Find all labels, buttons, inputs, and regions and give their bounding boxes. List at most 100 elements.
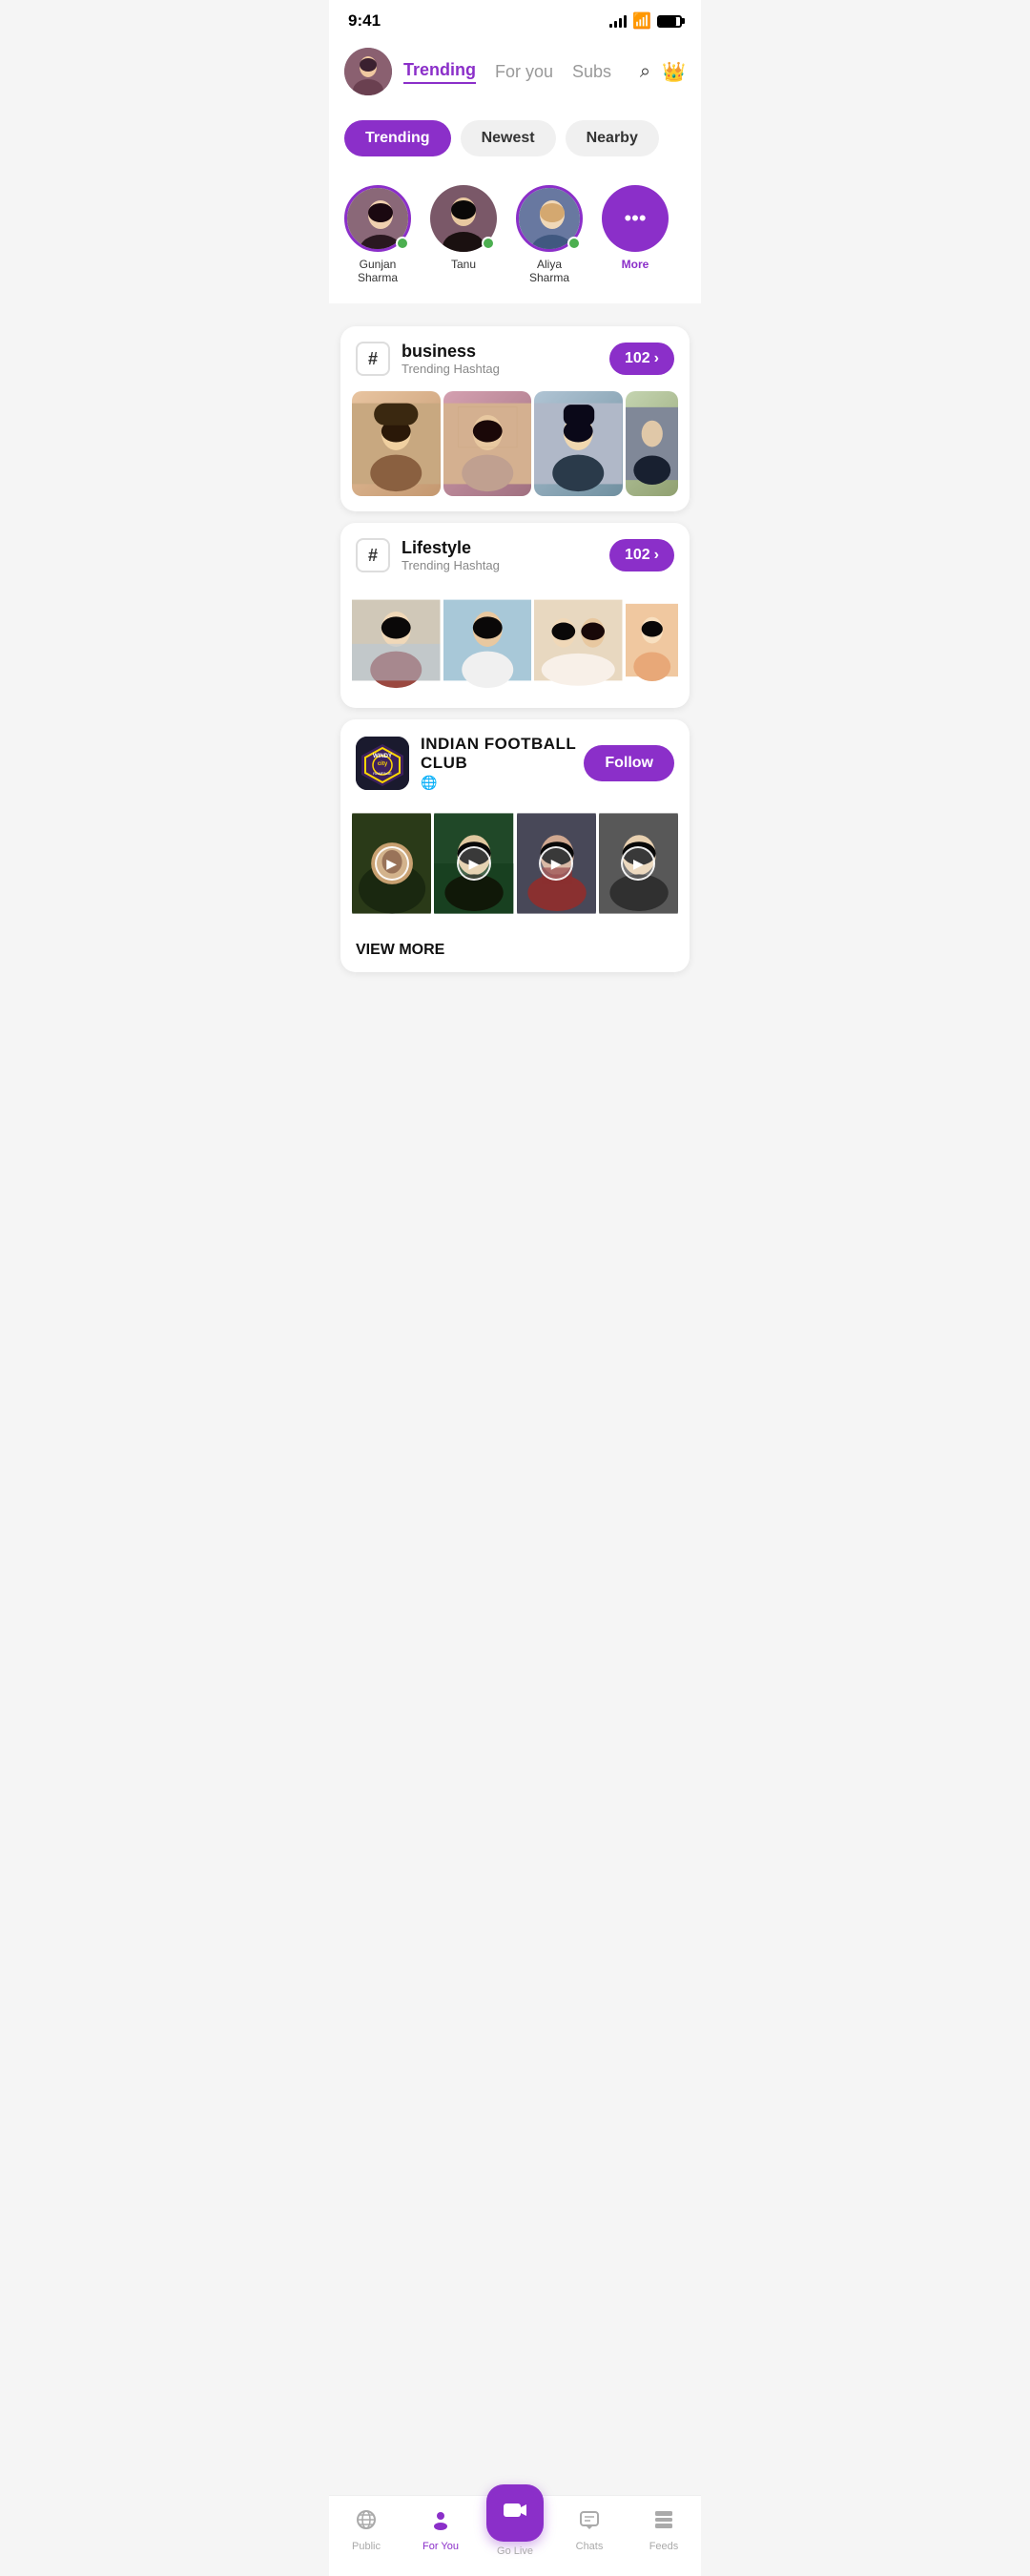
photo-thumb[interactable] — [534, 588, 623, 693]
tab-foryou[interactable]: For you — [495, 62, 553, 82]
go-live-button[interactable] — [486, 2484, 544, 2542]
nav-chats-label: Chats — [576, 2541, 604, 2552]
video-thumb[interactable]: ▶ — [434, 806, 513, 921]
nav-foryou[interactable]: For You — [412, 2508, 469, 2552]
signal-icon — [609, 14, 627, 28]
hash-icon: # — [356, 538, 390, 572]
video-grid: ▶ ▶ ▶ — [340, 799, 690, 928]
chevron-right-icon: › — [654, 547, 659, 564]
online-indicator — [482, 237, 495, 250]
tab-trending[interactable]: Trending — [403, 60, 476, 84]
view-more[interactable]: VIEW MORE — [340, 928, 690, 972]
online-indicator — [567, 237, 581, 250]
club-name: INDIAN FOOTBALL CLUB — [421, 735, 584, 773]
story-avatar — [516, 185, 583, 252]
hashtag-title: business — [402, 342, 609, 362]
photo-thumb[interactable] — [443, 588, 532, 693]
count-badge[interactable]: 102 › — [609, 539, 674, 571]
chevron-right-icon: › — [654, 350, 659, 367]
crown-icon[interactable]: 👑 — [662, 60, 686, 84]
feeds-icon — [652, 2508, 675, 2537]
photo-grid — [340, 580, 690, 708]
more-label: More — [622, 258, 649, 271]
story-more[interactable]: ••• More — [602, 185, 669, 271]
stories-section: Gunjan Sharma Tanu — [329, 170, 701, 303]
play-button[interactable]: ▶ — [457, 846, 491, 881]
search-icon[interactable]: ⌕ — [640, 61, 650, 83]
online-indicator — [396, 237, 409, 250]
hashtag-header: # business Trending Hashtag 102 › — [340, 326, 690, 384]
more-button[interactable]: ••• — [602, 185, 669, 252]
video-thumb[interactable]: ▶ — [517, 806, 596, 921]
nav-public-label: Public — [352, 2541, 381, 2552]
nav-golive-label: Go Live — [497, 2545, 533, 2557]
filter-nearby[interactable]: Nearby — [566, 120, 659, 156]
story-item[interactable]: Gunjan Sharma — [344, 185, 411, 284]
video-thumb[interactable]: ▶ — [599, 806, 678, 921]
hashtag-subtitle: Trending Hashtag — [402, 558, 609, 572]
wifi-icon: 📶 — [632, 11, 651, 31]
play-button[interactable]: ▶ — [539, 846, 573, 881]
photo-thumb[interactable] — [352, 391, 441, 496]
filter-trending[interactable]: Trending — [344, 120, 451, 156]
svg-text:city: city — [378, 761, 388, 767]
video-thumb[interactable]: ▶ — [352, 806, 431, 921]
photo-thumb[interactable] — [626, 391, 679, 496]
status-icons: 📶 — [609, 11, 682, 31]
filter-bar: Trending Newest Nearby — [329, 107, 701, 170]
nav-golive[interactable]: Go Live — [486, 2503, 544, 2557]
photo-grid — [340, 384, 690, 511]
svg-text:RAMPAGE: RAMPAGE — [373, 771, 392, 776]
hashtag-info: Lifestyle Trending Hashtag — [402, 538, 609, 572]
story-avatar — [430, 185, 497, 252]
header-icons: ⌕ 👑 — [640, 60, 686, 84]
hash-icon: # — [356, 342, 390, 376]
public-icon — [355, 2508, 378, 2537]
count-badge[interactable]: 102 › — [609, 343, 674, 375]
count-value: 102 — [625, 547, 650, 564]
club-section: WINDY city RAMPAGE INDIAN FOOTBALL CLUB … — [340, 719, 690, 972]
follow-button[interactable]: Follow — [584, 745, 674, 781]
nav-feeds-label: Feeds — [649, 2541, 679, 2552]
club-logo: WINDY city RAMPAGE — [356, 737, 409, 790]
nav-public[interactable]: Public — [338, 2508, 395, 2552]
svg-text:WINDY: WINDY — [373, 754, 392, 759]
count-value: 102 — [625, 350, 650, 367]
chats-icon — [578, 2508, 601, 2537]
filter-newest[interactable]: Newest — [461, 120, 556, 156]
hashtag-header: # Lifestyle Trending Hashtag 102 › — [340, 523, 690, 580]
club-header: WINDY city RAMPAGE INDIAN FOOTBALL CLUB … — [340, 719, 690, 799]
more-dots-icon: ••• — [624, 206, 646, 231]
club-type: 🌐 — [421, 775, 584, 791]
nav-chats[interactable]: Chats — [561, 2508, 618, 2552]
status-bar: 9:41 📶 — [329, 0, 701, 38]
avatar-image — [344, 48, 392, 95]
nav-feeds[interactable]: Feeds — [635, 2508, 692, 2552]
hashtag-title: Lifestyle — [402, 538, 609, 558]
photo-thumb[interactable] — [534, 391, 623, 496]
status-time: 9:41 — [348, 11, 381, 31]
foryou-icon — [429, 2508, 452, 2537]
nav-tabs: Trending For you Subs — [403, 60, 628, 84]
photo-thumb[interactable] — [352, 588, 441, 693]
hashtag-subtitle: Trending Hashtag — [402, 362, 609, 376]
story-name: Gunjan Sharma — [344, 258, 411, 284]
camera-icon — [502, 2497, 528, 2530]
club-info: INDIAN FOOTBALL CLUB 🌐 — [421, 735, 584, 791]
play-button[interactable]: ▶ — [375, 846, 409, 881]
photo-thumb[interactable] — [626, 588, 679, 693]
story-name: Aliya Sharma — [516, 258, 583, 284]
nav-foryou-label: For You — [422, 2541, 459, 2552]
story-name: Tanu — [451, 258, 476, 271]
lifestyle-hashtag-section: # Lifestyle Trending Hashtag 102 › — [340, 523, 690, 708]
play-button[interactable]: ▶ — [621, 846, 655, 881]
hashtag-info: business Trending Hashtag — [402, 342, 609, 376]
story-item[interactable]: Tanu — [430, 185, 497, 271]
tab-subs[interactable]: Subs — [572, 62, 611, 82]
battery-icon — [657, 15, 682, 28]
photo-thumb[interactable] — [443, 391, 532, 496]
avatar[interactable] — [344, 48, 392, 95]
business-hashtag-section: # business Trending Hashtag 102 › — [340, 326, 690, 511]
story-item[interactable]: Aliya Sharma — [516, 185, 583, 284]
header: Trending For you Subs ⌕ 👑 — [329, 38, 701, 107]
